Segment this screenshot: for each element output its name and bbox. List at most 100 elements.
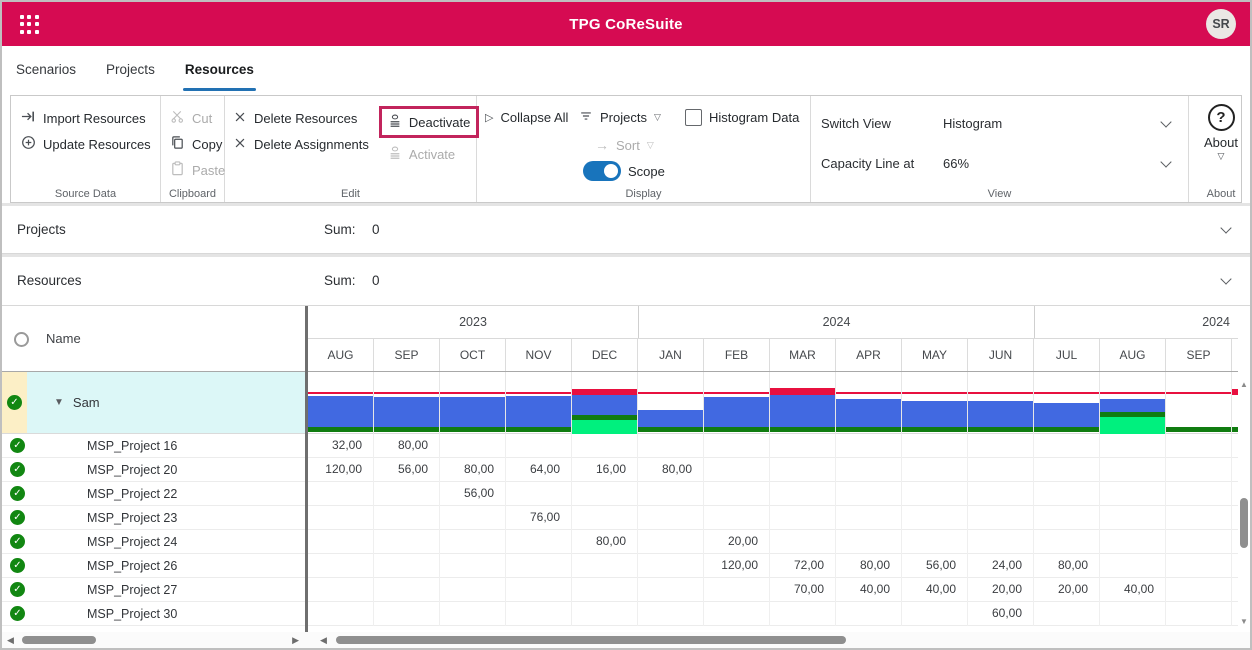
allocation-cell[interactable] (968, 530, 1034, 554)
project-row[interactable]: ✓MSP_Project 23 (2, 506, 305, 530)
allocation-cell[interactable] (440, 602, 506, 626)
allocation-cell[interactable] (1100, 554, 1166, 578)
allocation-cell[interactable] (1166, 482, 1232, 506)
allocation-cell[interactable] (902, 602, 968, 626)
vertical-scrollbar[interactable]: ▲ ▼ (1238, 372, 1250, 632)
allocation-cell[interactable] (638, 434, 704, 458)
allocation-cell[interactable] (704, 506, 770, 530)
tab-scenarios[interactable]: Scenarios (16, 46, 76, 92)
allocation-cell[interactable] (1100, 458, 1166, 482)
allocation-cell[interactable] (836, 602, 902, 626)
allocation-cell[interactable] (308, 578, 374, 602)
allocation-cell[interactable] (1034, 602, 1100, 626)
allocation-cell[interactable] (770, 482, 836, 506)
allocation-cell[interactable] (1034, 482, 1100, 506)
allocation-cell[interactable] (374, 602, 440, 626)
allocation-cell[interactable]: 56,00 (902, 554, 968, 578)
select-all-radio[interactable] (14, 332, 29, 347)
allocation-cell[interactable] (572, 434, 638, 458)
allocation-cell[interactable] (968, 482, 1034, 506)
allocation-cell[interactable]: 80,00 (1034, 554, 1100, 578)
allocation-cell[interactable] (770, 506, 836, 530)
timeline-hscrollbar[interactable]: ◀ (315, 632, 1238, 648)
allocation-cell[interactable] (638, 602, 704, 626)
allocation-cell[interactable]: 80,00 (638, 458, 704, 482)
allocation-cell[interactable] (1166, 458, 1232, 482)
allocation-cell[interactable] (1100, 530, 1166, 554)
allocation-cell[interactable] (374, 578, 440, 602)
allocation-cell[interactable] (836, 434, 902, 458)
resources-section-bar[interactable]: Resources Sum: 0 (2, 257, 1250, 306)
chevron-down-icon[interactable] (1160, 116, 1171, 127)
allocation-cell[interactable] (572, 554, 638, 578)
allocation-cell[interactable] (836, 530, 902, 554)
scroll-left-icon[interactable]: ◀ (7, 635, 14, 646)
allocation-cell[interactable] (572, 482, 638, 506)
allocation-cell[interactable] (1100, 602, 1166, 626)
scroll-right-icon[interactable]: ▶ (292, 635, 299, 646)
allocation-cell[interactable] (374, 506, 440, 530)
allocation-cell[interactable] (572, 578, 638, 602)
allocation-cell[interactable]: 60,00 (968, 602, 1034, 626)
allocation-cell[interactable] (440, 434, 506, 458)
allocation-cell[interactable]: 80,00 (836, 554, 902, 578)
projects-section-bar[interactable]: Projects Sum: 0 (2, 206, 1250, 254)
allocation-cell[interactable] (836, 506, 902, 530)
allocation-cell[interactable] (638, 506, 704, 530)
allocation-cell[interactable] (770, 530, 836, 554)
allocation-cell[interactable] (1034, 530, 1100, 554)
delete-assignments-button[interactable]: Delete Assignments (233, 131, 369, 157)
allocation-cell[interactable] (506, 530, 572, 554)
allocation-cell[interactable]: 120,00 (704, 554, 770, 578)
names-hscroll-thumb[interactable] (22, 636, 96, 644)
scroll-left-icon[interactable]: ◀ (320, 635, 327, 646)
allocation-cell[interactable] (638, 530, 704, 554)
project-row[interactable]: ✓MSP_Project 26 (2, 554, 305, 578)
allocation-cell[interactable] (902, 482, 968, 506)
collapse-triangle-icon[interactable]: ▼ (54, 397, 64, 408)
allocation-cell[interactable] (902, 530, 968, 554)
scroll-down-icon[interactable]: ▼ (1238, 617, 1250, 626)
allocation-cell[interactable] (1166, 506, 1232, 530)
allocation-cell[interactable]: 20,00 (1034, 578, 1100, 602)
allocation-cell[interactable]: 56,00 (440, 482, 506, 506)
switch-view-value[interactable]: Histogram (943, 116, 1002, 131)
allocation-cell[interactable] (704, 578, 770, 602)
allocation-cell[interactable] (1100, 434, 1166, 458)
allocation-cell[interactable]: 76,00 (506, 506, 572, 530)
allocation-cell[interactable] (704, 434, 770, 458)
allocation-cell[interactable] (968, 458, 1034, 482)
allocation-cell[interactable]: 24,00 (968, 554, 1034, 578)
histogram-data-checkbox[interactable]: Histogram Data (685, 104, 799, 130)
allocation-cell[interactable] (572, 506, 638, 530)
user-avatar[interactable]: SR (1206, 9, 1236, 39)
allocation-cell[interactable]: 20,00 (704, 530, 770, 554)
allocation-cell[interactable] (308, 482, 374, 506)
allocation-cell[interactable] (704, 458, 770, 482)
names-hscrollbar[interactable]: ◀ ▶ (2, 632, 305, 648)
allocation-cell[interactable] (374, 530, 440, 554)
allocation-cell[interactable] (968, 434, 1034, 458)
allocation-cell[interactable] (1166, 578, 1232, 602)
allocation-cell[interactable] (836, 482, 902, 506)
allocation-cell[interactable]: 40,00 (1100, 578, 1166, 602)
update-resources-button[interactable]: Update Resources (21, 131, 156, 157)
resource-row-sam[interactable]: ✓ ▼ Sam (2, 372, 305, 434)
projects-filter-dropdown[interactable]: Projects ▽ (579, 104, 661, 130)
allocation-cell[interactable] (704, 602, 770, 626)
allocation-cell[interactable]: 20,00 (968, 578, 1034, 602)
capacity-line-value[interactable]: 66% (943, 156, 969, 171)
import-resources-button[interactable]: Import Resources (21, 105, 156, 131)
allocation-cell[interactable] (638, 482, 704, 506)
allocation-cell[interactable]: 64,00 (506, 458, 572, 482)
allocation-cell[interactable] (308, 506, 374, 530)
allocation-cell[interactable] (506, 554, 572, 578)
allocation-cell[interactable] (440, 578, 506, 602)
allocation-cell[interactable]: 56,00 (374, 458, 440, 482)
delete-resources-button[interactable]: Delete Resources (233, 105, 369, 131)
allocation-cell[interactable] (1166, 554, 1232, 578)
project-row[interactable]: ✓MSP_Project 16 (2, 434, 305, 458)
allocation-cell[interactable] (308, 602, 374, 626)
allocation-cell[interactable] (374, 554, 440, 578)
allocation-cell[interactable] (638, 554, 704, 578)
